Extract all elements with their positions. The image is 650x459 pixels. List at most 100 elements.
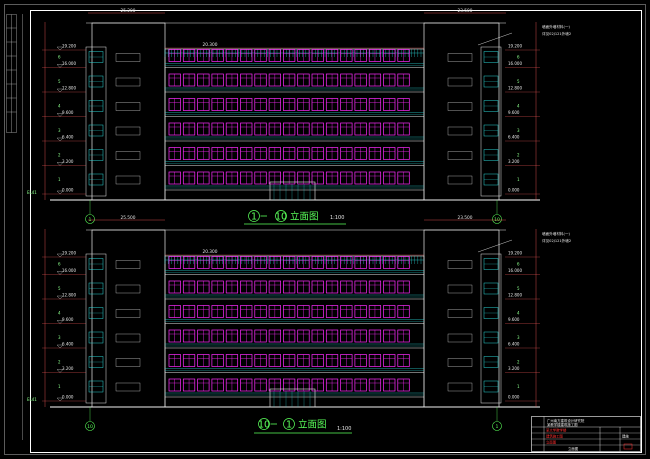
window (197, 147, 210, 160)
window (225, 305, 239, 318)
floor-number-right: 2 (517, 360, 520, 365)
window (283, 73, 296, 87)
window (254, 354, 267, 367)
window (311, 305, 324, 318)
elevation-mark-right: 0.000 (508, 395, 520, 400)
window (182, 378, 196, 392)
material-note-line-1: 墙面外墙材料(一) (542, 231, 571, 236)
window (283, 329, 296, 343)
elevation-mark-right: 6.400 (508, 342, 520, 347)
right-side-bay (480, 46, 502, 197)
window (168, 147, 181, 160)
window (397, 122, 410, 136)
main-facade (164, 255, 425, 408)
window (197, 49, 210, 62)
left-tower-strip-window (115, 284, 141, 294)
floor-number-right: 1 (517, 177, 520, 182)
elevation-mark-left: 12.800 (62, 86, 76, 91)
window (225, 256, 239, 269)
window (340, 329, 353, 343)
floor-number-right: 4 (517, 104, 520, 109)
floor-number-left: 6 (58, 262, 61, 267)
window (254, 122, 267, 136)
window (268, 98, 281, 111)
window (311, 280, 324, 294)
window (397, 256, 410, 269)
window (254, 280, 267, 294)
binding-strip (6, 14, 23, 440)
window (168, 49, 181, 62)
window (240, 49, 253, 62)
window (297, 122, 310, 136)
floor-number-left: 5 (58, 79, 61, 84)
window (211, 147, 224, 160)
window (340, 171, 353, 185)
window (168, 122, 181, 136)
floor-number-right: 3 (517, 128, 520, 133)
window (340, 280, 353, 294)
window (211, 378, 224, 392)
elevation-mark-right: 16.000 (508, 61, 522, 66)
window (311, 98, 324, 111)
top-dimension-label: 20.300 (202, 42, 217, 48)
right-side-bay (480, 253, 502, 404)
window (182, 122, 196, 136)
window (211, 171, 224, 185)
floor-number-left: 4 (58, 311, 61, 316)
window (340, 305, 353, 318)
window (397, 329, 410, 343)
window (225, 171, 239, 185)
window (211, 122, 224, 136)
window (311, 147, 324, 160)
window (368, 49, 382, 62)
window (383, 354, 396, 367)
floor-number-right: 5 (517, 79, 520, 84)
window (368, 171, 382, 185)
window (182, 354, 196, 367)
window (254, 329, 267, 343)
window (197, 256, 210, 269)
window (383, 147, 396, 160)
window (297, 329, 310, 343)
right-tower-strip-window (447, 151, 473, 160)
window (182, 147, 196, 160)
window (354, 280, 367, 294)
right-tower-strip-window (447, 77, 473, 87)
window (354, 378, 367, 392)
window (397, 354, 410, 367)
window (340, 378, 353, 392)
facade-outline (164, 255, 425, 408)
window (268, 280, 281, 294)
window (225, 98, 239, 111)
window (197, 354, 210, 367)
left-tower-strip-window (115, 175, 141, 185)
window (354, 122, 367, 136)
floor-number-right: 2 (517, 153, 520, 158)
right-tower-strip-window (447, 382, 473, 392)
window (354, 305, 367, 318)
window (211, 354, 224, 367)
window (240, 354, 253, 367)
window (325, 329, 339, 343)
elevation-mark-right: 19.200 (508, 251, 522, 256)
elevation-title-top: 1 10 立面图 1:100 (244, 210, 346, 225)
window (240, 305, 253, 318)
window (240, 256, 253, 269)
window (268, 147, 281, 160)
window (340, 354, 353, 367)
window (225, 147, 239, 160)
elevation-mark-left: 9.600 (62, 110, 74, 115)
window (182, 171, 196, 185)
left-tower-strip-window (115, 382, 141, 392)
title-block-project-line-2: 建筑施工图 (546, 434, 564, 439)
facade-outline (164, 48, 425, 201)
title-text: 立面图 (298, 419, 327, 431)
title-block-sheet-no: 建施 (622, 434, 629, 439)
window (354, 354, 367, 367)
elevation-mark-right: 9.600 (508, 317, 520, 322)
left-tower-strip-window (115, 358, 141, 367)
elevation-mark-right: 19.200 (508, 44, 522, 49)
top-dimension-label: 23.500 (457, 8, 472, 14)
elevation-mark-left: 3.200 (62, 159, 74, 164)
window (254, 305, 267, 318)
